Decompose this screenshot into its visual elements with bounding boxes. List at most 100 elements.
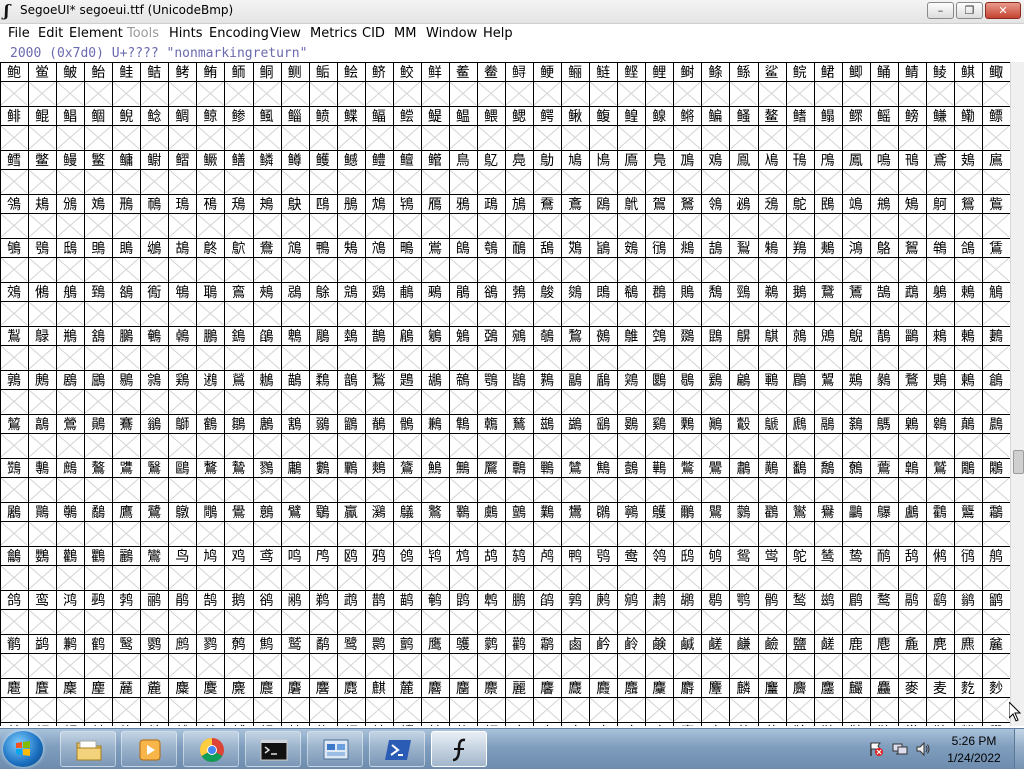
glyph-cell-label[interactable]: 鳊 <box>708 109 722 125</box>
empty-glyph-cross[interactable] <box>140 169 168 194</box>
empty-glyph-cross[interactable] <box>702 653 729 678</box>
glyph-cell-label[interactable]: 鸭 <box>568 549 582 565</box>
glyph-cell-label[interactable]: 黁 <box>680 725 694 726</box>
glyph-cell-label[interactable]: 鸦 <box>372 548 386 565</box>
empty-glyph-cross[interactable] <box>589 565 617 590</box>
empty-glyph-cross[interactable] <box>954 125 982 150</box>
glyph-cell-label[interactable]: 麝 <box>680 681 694 697</box>
empty-glyph-cross[interactable] <box>337 257 365 282</box>
glyph-cell-label[interactable]: 鸢 <box>260 549 274 565</box>
glyph-cell-label[interactable]: 鴑 <box>680 197 694 213</box>
glyph-cell-label[interactable]: 鴏 <box>624 196 638 213</box>
empty-glyph-cross[interactable] <box>589 477 617 502</box>
glyph-cell-label[interactable]: 鳥 <box>456 153 470 169</box>
empty-glyph-cross[interactable] <box>225 389 252 414</box>
empty-glyph-cross[interactable] <box>84 389 112 414</box>
glyph-cell-label[interactable]: 鴨 <box>316 241 330 257</box>
empty-glyph-cross[interactable] <box>0 653 28 678</box>
glyph-cell-label[interactable]: 鵪 <box>147 328 161 345</box>
glyph-cell-label[interactable]: 麼 <box>540 725 554 726</box>
glyph-cell-label[interactable]: 鹬 <box>316 636 330 653</box>
glyph-cell-label[interactable]: 鹯 <box>400 636 414 653</box>
empty-glyph-cross[interactable] <box>898 609 926 634</box>
glyph-cell-label[interactable]: 鶬 <box>989 373 1003 389</box>
glyph-cell-label[interactable]: 鷶 <box>35 505 49 521</box>
glyph-cell-label[interactable]: 麏 <box>288 680 302 697</box>
glyph-cell-label[interactable]: 鵍 <box>344 285 358 301</box>
glyph-cell-label[interactable]: 麩 <box>7 725 21 726</box>
empty-glyph-cross[interactable] <box>617 477 645 502</box>
empty-glyph-cross[interactable] <box>28 609 56 634</box>
glyph-cell-label[interactable]: 麒 <box>372 681 386 697</box>
empty-glyph-cross[interactable] <box>645 213 673 238</box>
glyph-cell-label[interactable]: 鴻 <box>849 241 863 257</box>
empty-glyph-cross[interactable] <box>589 389 617 414</box>
glyph-cell-label[interactable]: 麇 <box>63 681 77 697</box>
empty-glyph-cross[interactable] <box>702 125 729 150</box>
glyph-cell-label[interactable]: 鵧 <box>63 329 77 345</box>
empty-glyph-cross[interactable] <box>758 257 785 282</box>
empty-glyph-cross[interactable] <box>758 389 785 414</box>
empty-glyph-cross[interactable] <box>982 653 1010 678</box>
glyph-cell-label[interactable]: 鸈 <box>540 505 554 521</box>
taskbar-explorer-button[interactable] <box>60 731 116 767</box>
empty-glyph-cross[interactable] <box>898 565 926 590</box>
glyph-cell-label[interactable]: 鹏 <box>512 593 526 609</box>
glyph-cell-label[interactable]: 鶝 <box>568 373 582 389</box>
glyph-cell-label[interactable]: 麹 <box>456 724 470 726</box>
empty-glyph-cross[interactable] <box>56 257 84 282</box>
glyph-cell-label[interactable]: 鳡 <box>344 153 358 169</box>
empty-glyph-cross[interactable] <box>197 565 224 590</box>
glyph-cell-label[interactable]: 麤 <box>877 680 891 697</box>
empty-glyph-cross[interactable] <box>84 213 112 238</box>
empty-glyph-cross[interactable] <box>112 477 140 502</box>
glyph-cell-label[interactable]: 鲹 <box>232 109 246 125</box>
glyph-cell-label[interactable]: 麎 <box>260 680 274 697</box>
empty-glyph-cross[interactable] <box>954 169 982 194</box>
empty-glyph-cross[interactable] <box>786 213 813 238</box>
empty-glyph-cross[interactable] <box>0 169 28 194</box>
empty-glyph-cross[interactable] <box>281 653 308 678</box>
glyph-cell-label[interactable]: 鴩 <box>344 241 358 257</box>
empty-glyph-cross[interactable] <box>309 169 336 194</box>
empty-glyph-cross[interactable] <box>645 609 673 634</box>
glyph-cell-label[interactable]: 鵭 <box>232 328 246 345</box>
empty-glyph-cross[interactable] <box>28 653 56 678</box>
empty-glyph-cross[interactable] <box>926 81 954 106</box>
glyph-cell-label[interactable]: 鷨 <box>652 461 666 477</box>
glyph-cell-label[interactable]: 鹍 <box>456 592 470 609</box>
empty-glyph-cross[interactable] <box>197 433 224 458</box>
empty-glyph-cross[interactable] <box>225 257 252 282</box>
glyph-cell-label[interactable]: 鸞 <box>147 549 161 565</box>
glyph-cell-label[interactable]: 鹳 <box>512 636 526 653</box>
glyph-cell-label[interactable]: 鷞 <box>372 461 386 477</box>
empty-glyph-cross[interactable] <box>842 565 870 590</box>
empty-glyph-cross[interactable] <box>842 697 870 722</box>
empty-glyph-cross[interactable] <box>870 345 898 370</box>
empty-glyph-cross[interactable] <box>674 345 701 370</box>
empty-glyph-cross[interactable] <box>449 521 477 546</box>
glyph-cell-label[interactable]: 鴤 <box>203 240 217 257</box>
empty-glyph-cross[interactable] <box>281 565 308 590</box>
empty-glyph-cross[interactable] <box>197 301 224 326</box>
empty-glyph-cross[interactable] <box>842 653 870 678</box>
empty-glyph-cross[interactable] <box>561 389 589 414</box>
glyph-cell-label[interactable]: 麂 <box>933 637 947 653</box>
empty-glyph-cross[interactable] <box>393 609 421 634</box>
glyph-cell-label[interactable]: 鵳 <box>400 328 414 345</box>
empty-glyph-cross[interactable] <box>477 477 505 502</box>
glyph-cell-label[interactable]: 鵡 <box>905 285 919 301</box>
glyph-cell-label[interactable]: 鶎 <box>147 373 161 389</box>
glyph-cell-label[interactable]: 鴿 <box>961 241 975 257</box>
glyph-cell-label[interactable]: 鹩 <box>232 636 246 653</box>
glyph-cell-label[interactable]: 鳑 <box>905 109 919 125</box>
empty-glyph-cross[interactable] <box>253 169 280 194</box>
glyph-cell-label[interactable]: 鶫 <box>961 373 975 389</box>
glyph-cell-label[interactable]: 麧 <box>961 681 975 697</box>
glyph-cell-label[interactable]: 鶭 <box>7 416 21 433</box>
glyph-cell-label[interactable]: 鵥 <box>7 329 21 345</box>
glyph-cell-label[interactable]: 鴆 <box>372 197 386 213</box>
glyph-cell-label[interactable]: 鴴 <box>652 241 666 257</box>
glyph-cell-label[interactable]: 鵌 <box>316 285 330 301</box>
glyph-cell-label[interactable]: 麳 <box>288 725 302 726</box>
